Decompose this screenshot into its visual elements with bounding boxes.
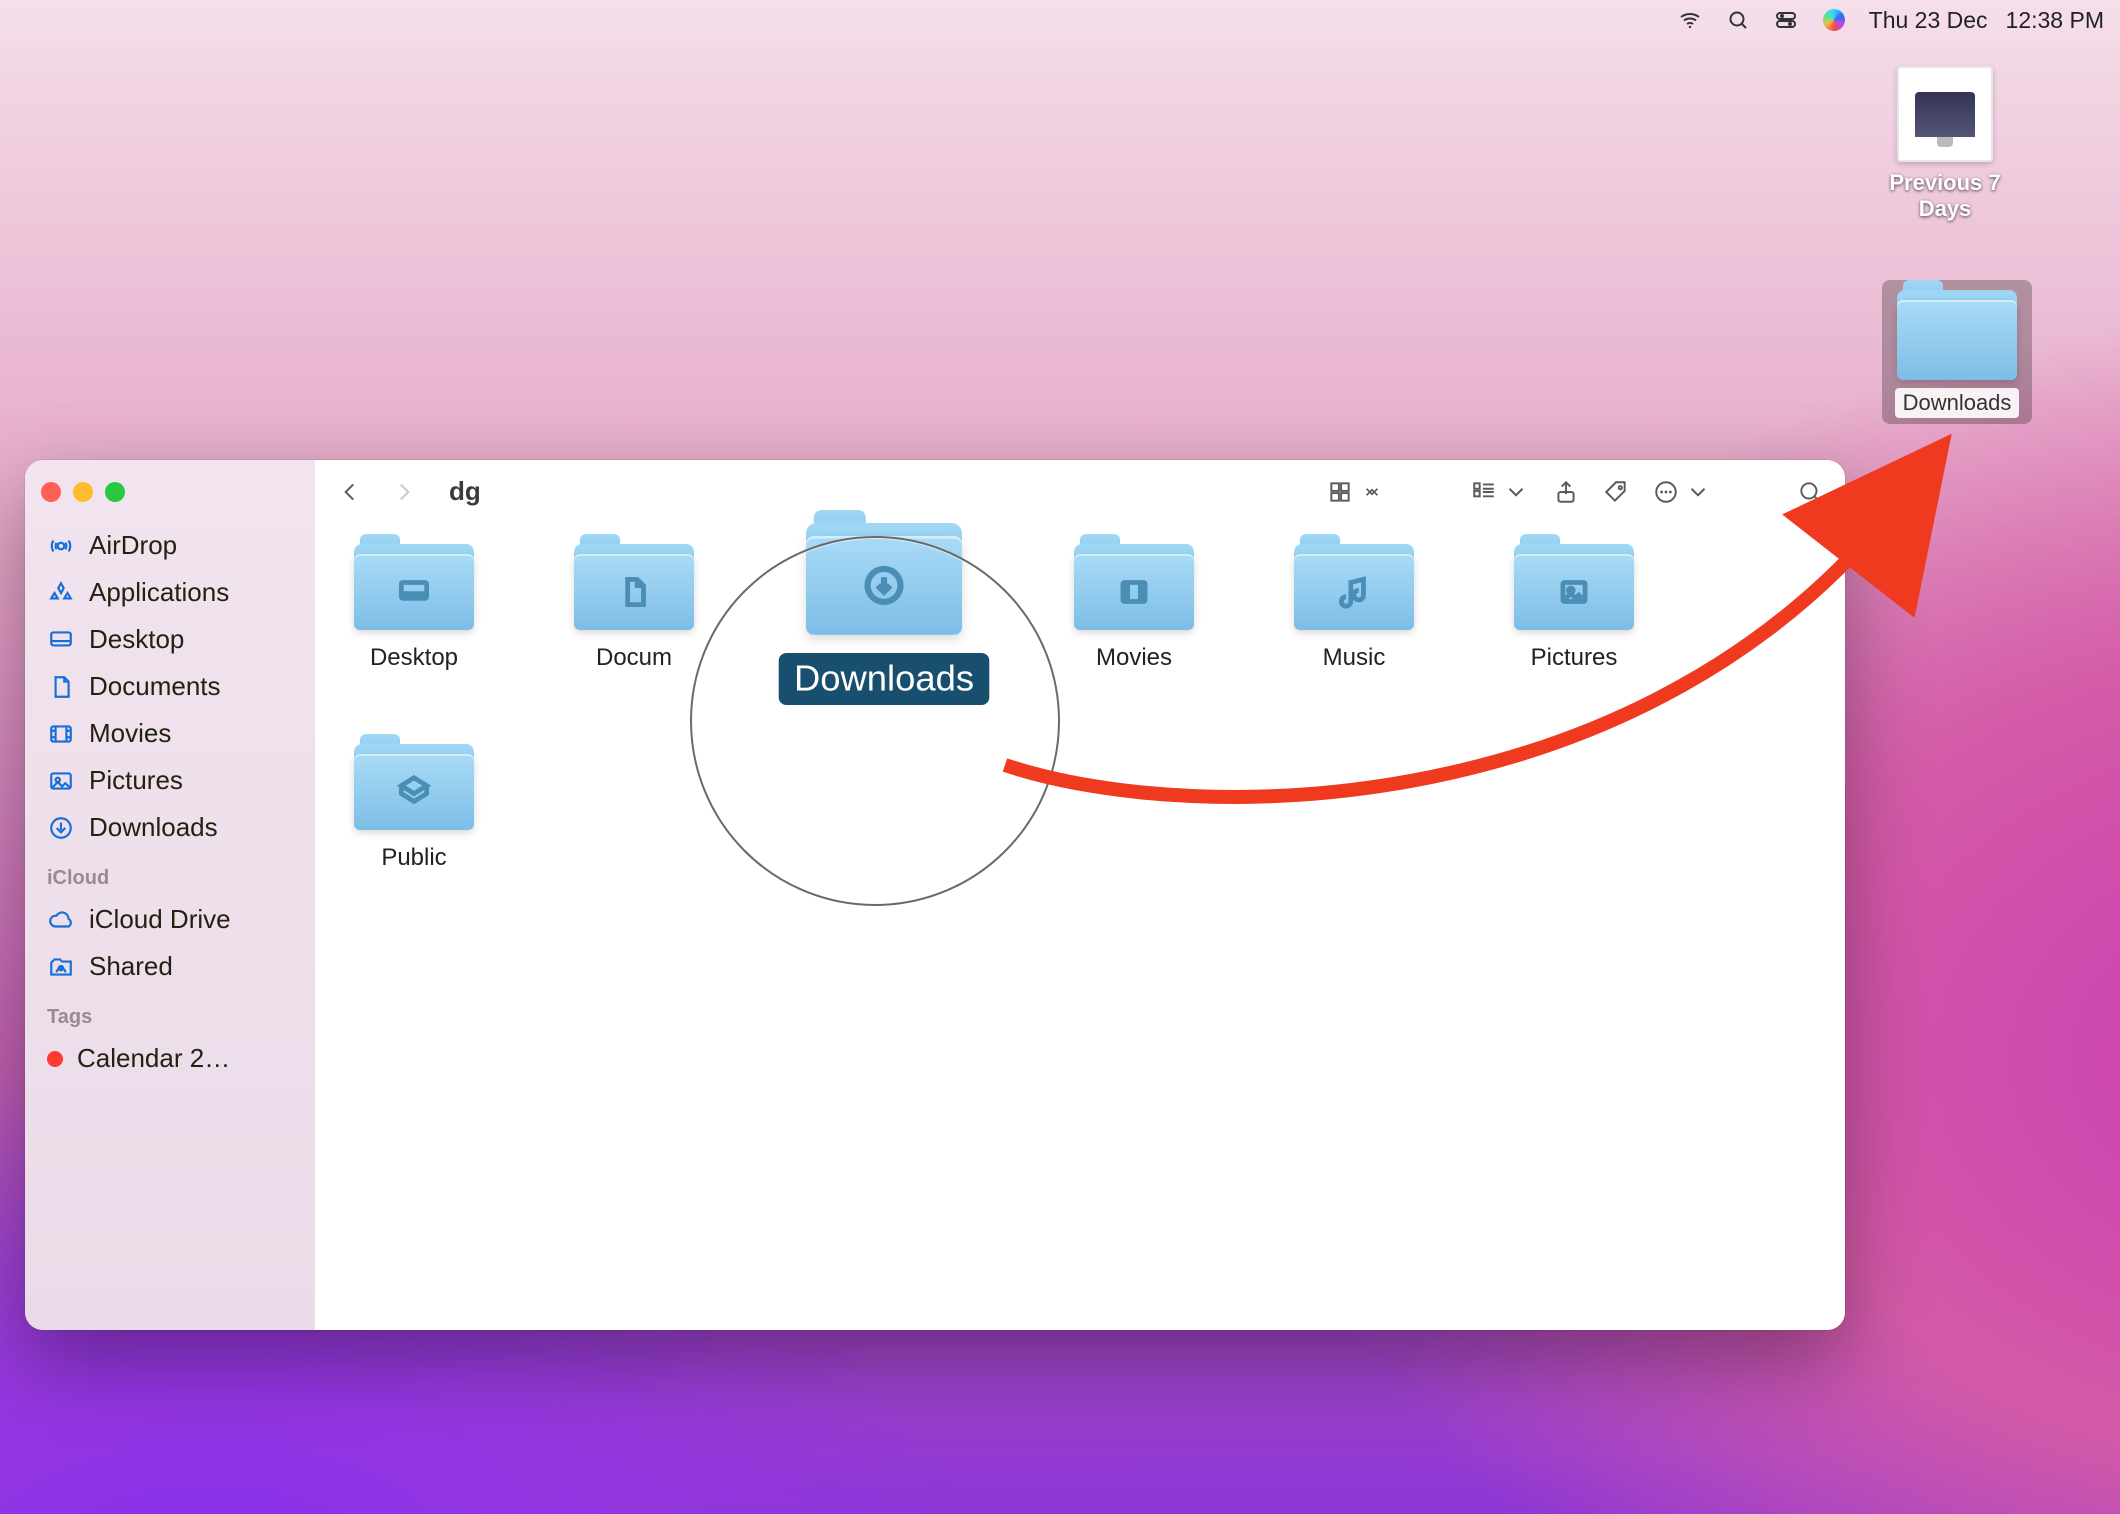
sidebar-item-airdrop[interactable]: AirDrop	[33, 522, 307, 569]
tag-dot-icon	[47, 1051, 63, 1067]
finder-window: AirDrop Applications Desktop Documents M…	[25, 460, 1845, 1330]
view-mode-button[interactable]	[1327, 479, 1385, 505]
finder-sidebar: AirDrop Applications Desktop Documents M…	[25, 460, 315, 1330]
desktop-item-downloads[interactable]: Downloads	[1882, 280, 2032, 424]
wifi-icon[interactable]	[1677, 7, 1703, 33]
sidebar-item-pictures[interactable]: Pictures	[33, 757, 307, 804]
sidebar-item-desktop[interactable]: Desktop	[33, 616, 307, 663]
folder-icon	[354, 544, 474, 630]
screenshot-thumbnail-icon	[1897, 66, 1993, 162]
downloads-icon	[47, 814, 75, 842]
menubar-time[interactable]: 12:38 PM	[2006, 7, 2104, 34]
folder-item-label: Desktop	[370, 644, 458, 672]
airdrop-icon	[47, 532, 75, 560]
sidebar-item-label: Shared	[89, 951, 173, 982]
folder-icon	[1514, 544, 1634, 630]
sidebar-item-label: Movies	[89, 718, 171, 749]
menubar-date[interactable]: Thu 23 Dec	[1869, 7, 1988, 34]
desktop-item-label: Downloads	[1895, 388, 2020, 418]
control-center-icon[interactable]	[1773, 7, 1799, 33]
folder-icon	[1294, 544, 1414, 630]
window-title: dg	[449, 476, 481, 507]
tags-button[interactable]	[1603, 479, 1629, 505]
pictures-icon	[47, 767, 75, 795]
sidebar-section-tags: Tags	[33, 990, 307, 1035]
finder-content[interactable]: Desktop Docum Downloads	[315, 524, 1845, 1330]
action-menu-button[interactable]	[1653, 479, 1711, 505]
siri-icon[interactable]	[1821, 7, 1847, 33]
sidebar-item-downloads[interactable]: Downloads	[33, 804, 307, 851]
sidebar-item-label: Downloads	[89, 812, 218, 843]
sidebar-item-label: iCloud Drive	[89, 904, 231, 935]
folder-item-downloads[interactable]: Downloads	[787, 523, 982, 705]
sidebar-item-label: Applications	[89, 577, 229, 608]
sidebar-item-shared[interactable]: Shared	[33, 943, 307, 990]
sidebar-item-label: Pictures	[89, 765, 183, 796]
minimize-button[interactable]	[73, 482, 93, 502]
folder-item-desktop[interactable]: Desktop	[339, 544, 489, 684]
sidebar-item-label: Calendar 2…	[77, 1043, 230, 1074]
fullscreen-button[interactable]	[105, 482, 125, 502]
forward-button[interactable]	[391, 479, 417, 505]
search-button[interactable]	[1797, 479, 1823, 505]
sidebar-item-label: Desktop	[89, 624, 184, 655]
sidebar-item-label: Documents	[89, 671, 221, 702]
back-button[interactable]	[337, 479, 363, 505]
sidebar-item-movies[interactable]: Movies	[33, 710, 307, 757]
folder-icon	[1897, 290, 2017, 380]
folder-icon	[806, 523, 962, 635]
document-icon	[47, 673, 75, 701]
desktop-item-label: Previous 7 Days	[1870, 170, 2020, 222]
folder-item-label: Movies	[1096, 644, 1172, 672]
folder-item-label: Music	[1323, 644, 1386, 672]
sidebar-tag-calendar[interactable]: Calendar 2…	[33, 1035, 307, 1082]
sidebar-item-iclouddrive[interactable]: iCloud Drive	[33, 896, 307, 943]
menubar: Thu 23 Dec 12:38 PM	[0, 0, 2120, 40]
desktop-background: Thu 23 Dec 12:38 PM Previous 7 Days Down…	[0, 0, 2120, 1514]
window-controls	[33, 476, 307, 522]
sidebar-item-documents[interactable]: Documents	[33, 663, 307, 710]
folder-item-label: Docum	[596, 644, 672, 672]
sidebar-item-label: AirDrop	[89, 530, 177, 561]
spotlight-icon[interactable]	[1725, 7, 1751, 33]
folder-icon	[354, 744, 474, 830]
folder-item-label: Pictures	[1531, 644, 1618, 672]
finder-main: dg	[315, 460, 1845, 1330]
folder-item-pictures[interactable]: Pictures	[1499, 544, 1649, 684]
folder-item-music[interactable]: Music	[1279, 544, 1429, 684]
desktop-item-previous7days[interactable]: Previous 7 Days	[1870, 66, 2020, 222]
movies-icon	[47, 720, 75, 748]
shared-folder-icon	[47, 953, 75, 981]
folder-item-documents[interactable]: Docum	[559, 544, 709, 684]
share-button[interactable]	[1553, 479, 1579, 505]
sidebar-item-applications[interactable]: Applications	[33, 569, 307, 616]
folder-item-label: Downloads	[778, 653, 989, 705]
close-button[interactable]	[41, 482, 61, 502]
folder-icon	[574, 544, 694, 630]
folder-item-public[interactable]: Public	[339, 744, 489, 872]
sidebar-section-icloud: iCloud	[33, 851, 307, 896]
group-by-button[interactable]	[1471, 479, 1529, 505]
applications-icon	[47, 579, 75, 607]
folder-icon	[1074, 544, 1194, 630]
desktop-icon	[47, 626, 75, 654]
folder-item-movies[interactable]: Movies	[1059, 544, 1209, 684]
cloud-icon	[47, 906, 75, 934]
folder-item-label: Public	[381, 844, 446, 872]
finder-toolbar: dg	[315, 460, 1845, 524]
